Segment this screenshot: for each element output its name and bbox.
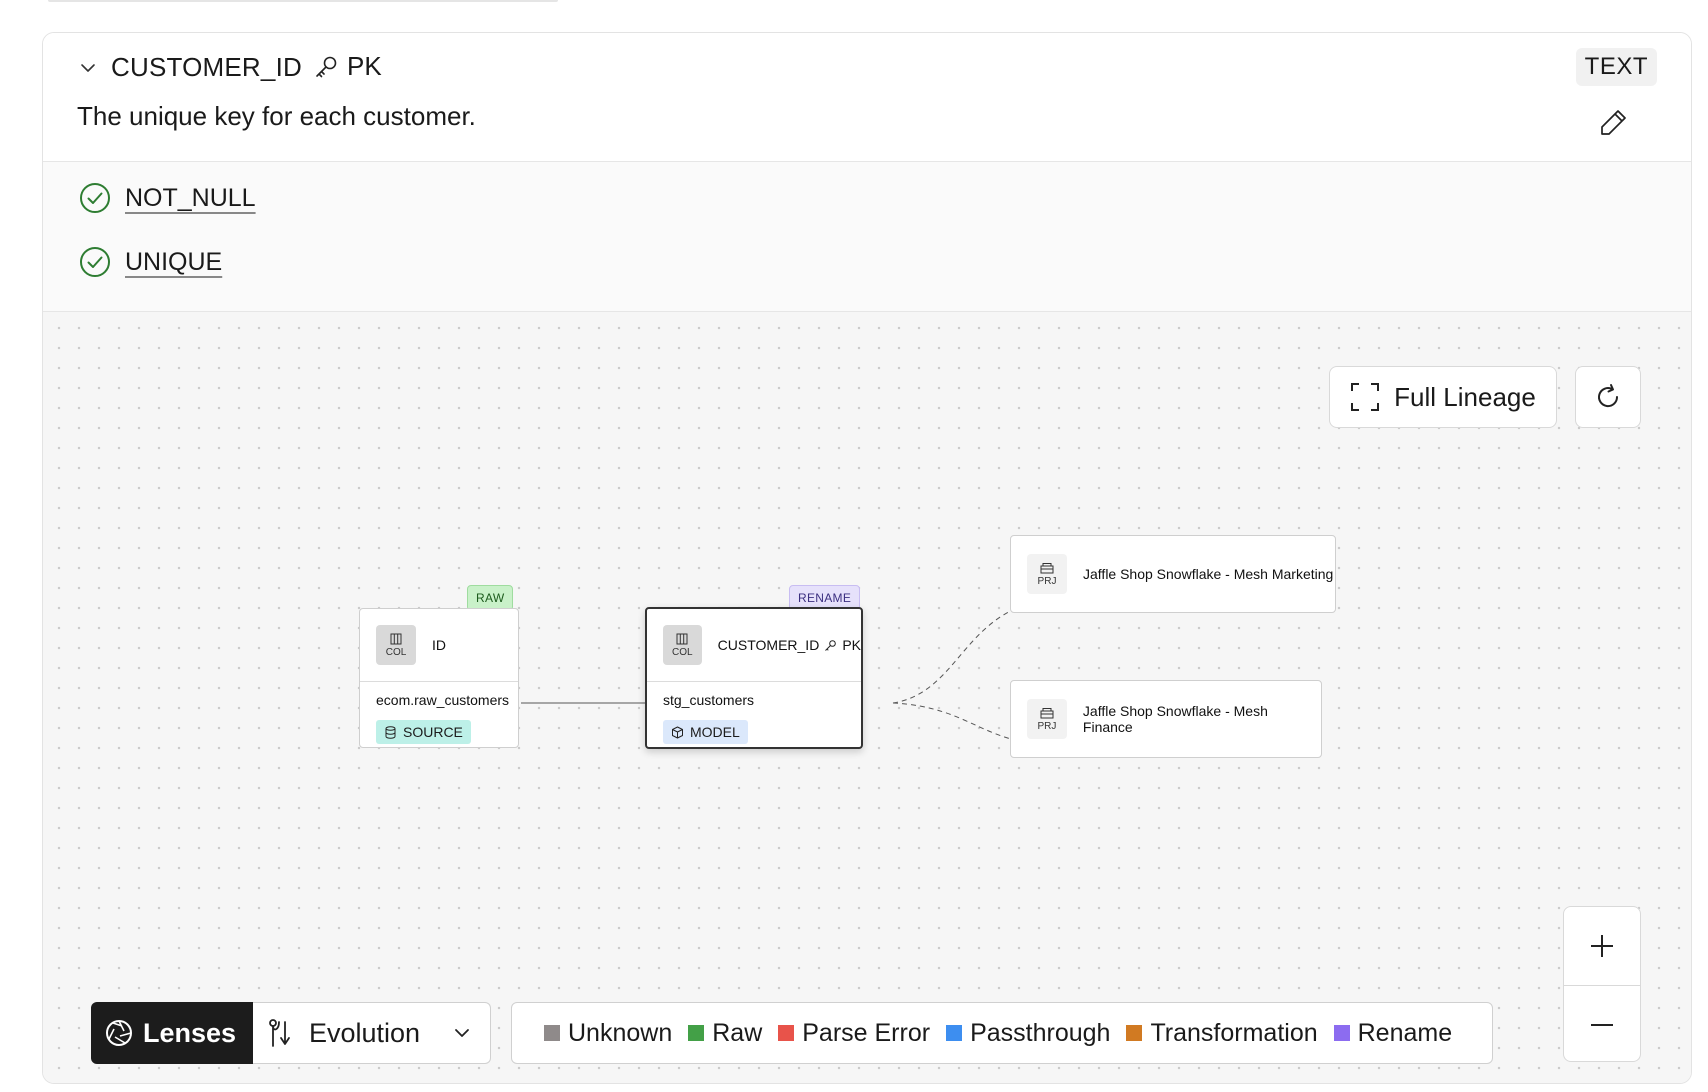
chevron-down-icon [455, 1029, 469, 1037]
legend-item-parse-error: Parse Error [778, 1019, 930, 1048]
lens-selected-value: Evolution [309, 1017, 421, 1048]
test-item-not-null[interactable]: NOT_NULL [79, 182, 256, 214]
refresh-icon [1598, 384, 1619, 408]
lineage-node-source-column[interactable]: COL ID ecom.raw_customers SOURCE [359, 608, 519, 748]
node-header: COL ID [360, 609, 518, 682]
lineage-node-current-column[interactable]: COL CUSTOMER_ID PK stg_customers MODEL [645, 607, 863, 749]
column-detail-card: CUSTOMER_ID PK TEXT The unique key for e… [42, 32, 1692, 1084]
lineage-graph-canvas[interactable]: Full Lineage RAW COL ID ecom.raw_custome… [43, 312, 1691, 1083]
column-icon: COL [663, 625, 702, 665]
node-title: CUSTOMER_ID PK [717, 637, 861, 653]
key-icon [825, 639, 837, 651]
project-title: Jaffle Shop Snowflake - Mesh Marketing [1083, 566, 1334, 582]
legend-swatch [1333, 1025, 1350, 1041]
database-icon [385, 725, 396, 739]
zoom-controls [1563, 906, 1641, 1062]
legend-swatch [544, 1025, 560, 1041]
column-header: CUSTOMER_ID PK TEXT The unique key for e… [43, 33, 1691, 162]
cube-icon [672, 726, 683, 738]
chevron-down-icon[interactable] [79, 59, 97, 77]
pencil-icon [1601, 110, 1626, 135]
key-icon [316, 56, 337, 77]
refresh-button[interactable] [1575, 366, 1641, 428]
lenses-button[interactable]: Lenses [91, 1002, 253, 1064]
data-type-badge: TEXT [1575, 48, 1657, 86]
zoom-out-button[interactable] [1564, 985, 1640, 1061]
resource-type-badge: MODEL [663, 720, 748, 744]
project-icon: PRJ [1027, 554, 1067, 594]
legend-swatch [1126, 1025, 1143, 1041]
lineage-node-project-marketing[interactable]: PRJ Jaffle Shop Snowflake - Mesh Marketi… [1010, 535, 1336, 613]
check-circle-icon [80, 183, 110, 213]
node-header: COL CUSTOMER_ID PK [647, 609, 861, 682]
column-tests: NOT_NULL UNIQUE [43, 162, 1691, 312]
test-label[interactable]: NOT_NULL [125, 184, 256, 213]
full-lineage-button[interactable]: Full Lineage [1329, 366, 1557, 428]
minus-icon [1591, 1023, 1613, 1026]
lens-dropdown[interactable]: Evolution [253, 1002, 491, 1064]
test-label[interactable]: UNIQUE [125, 248, 222, 277]
test-item-unique[interactable]: UNIQUE [79, 246, 222, 278]
legend-item-raw: Raw [688, 1019, 762, 1048]
zoom-in-button[interactable] [1564, 907, 1640, 985]
node-model-name: stg_customers [663, 692, 755, 708]
legend-item-rename: Rename [1333, 1019, 1452, 1048]
lineage-node-project-finance[interactable]: PRJ Jaffle Shop Snowflake - Mesh Finance [1010, 680, 1322, 758]
evolution-legend: Unknown Raw Parse Error Passthrough Tran… [511, 1002, 1493, 1064]
legend-item-unknown: Unknown [544, 1019, 672, 1048]
legend-item-passthrough: Passthrough [946, 1019, 1110, 1048]
column-description: The unique key for each customer. [77, 101, 476, 131]
node-title: ID [432, 637, 446, 653]
top-divider-stub [48, 0, 558, 2]
plus-icon [1591, 935, 1613, 957]
check-circle-icon [80, 247, 110, 277]
edit-description-button[interactable] [1597, 105, 1631, 139]
lenses-label: Lenses [143, 1017, 237, 1048]
legend-swatch [778, 1025, 795, 1041]
project-icon: PRJ [1027, 699, 1067, 739]
primary-key-indicator: PK [313, 51, 382, 82]
column-name: CUSTOMER_ID [111, 52, 302, 82]
column-icon: COL [376, 625, 416, 665]
node-model-name: ecom.raw_customers [376, 692, 510, 708]
full-lineage-label: Full Lineage [1394, 381, 1536, 412]
legend-item-transformation: Transformation [1126, 1019, 1318, 1048]
git-compare-icon [269, 1019, 290, 1047]
aperture-icon [106, 1020, 132, 1046]
project-title: Jaffle Shop Snowflake - Mesh Finance [1082, 703, 1268, 735]
lens-selector: Lenses Evolution [91, 1002, 491, 1064]
expand-icon [1351, 383, 1380, 411]
resource-type-badge: SOURCE [376, 720, 471, 744]
legend-swatch [688, 1025, 705, 1041]
pk-label: PK [347, 51, 382, 81]
legend-swatch [946, 1025, 963, 1041]
